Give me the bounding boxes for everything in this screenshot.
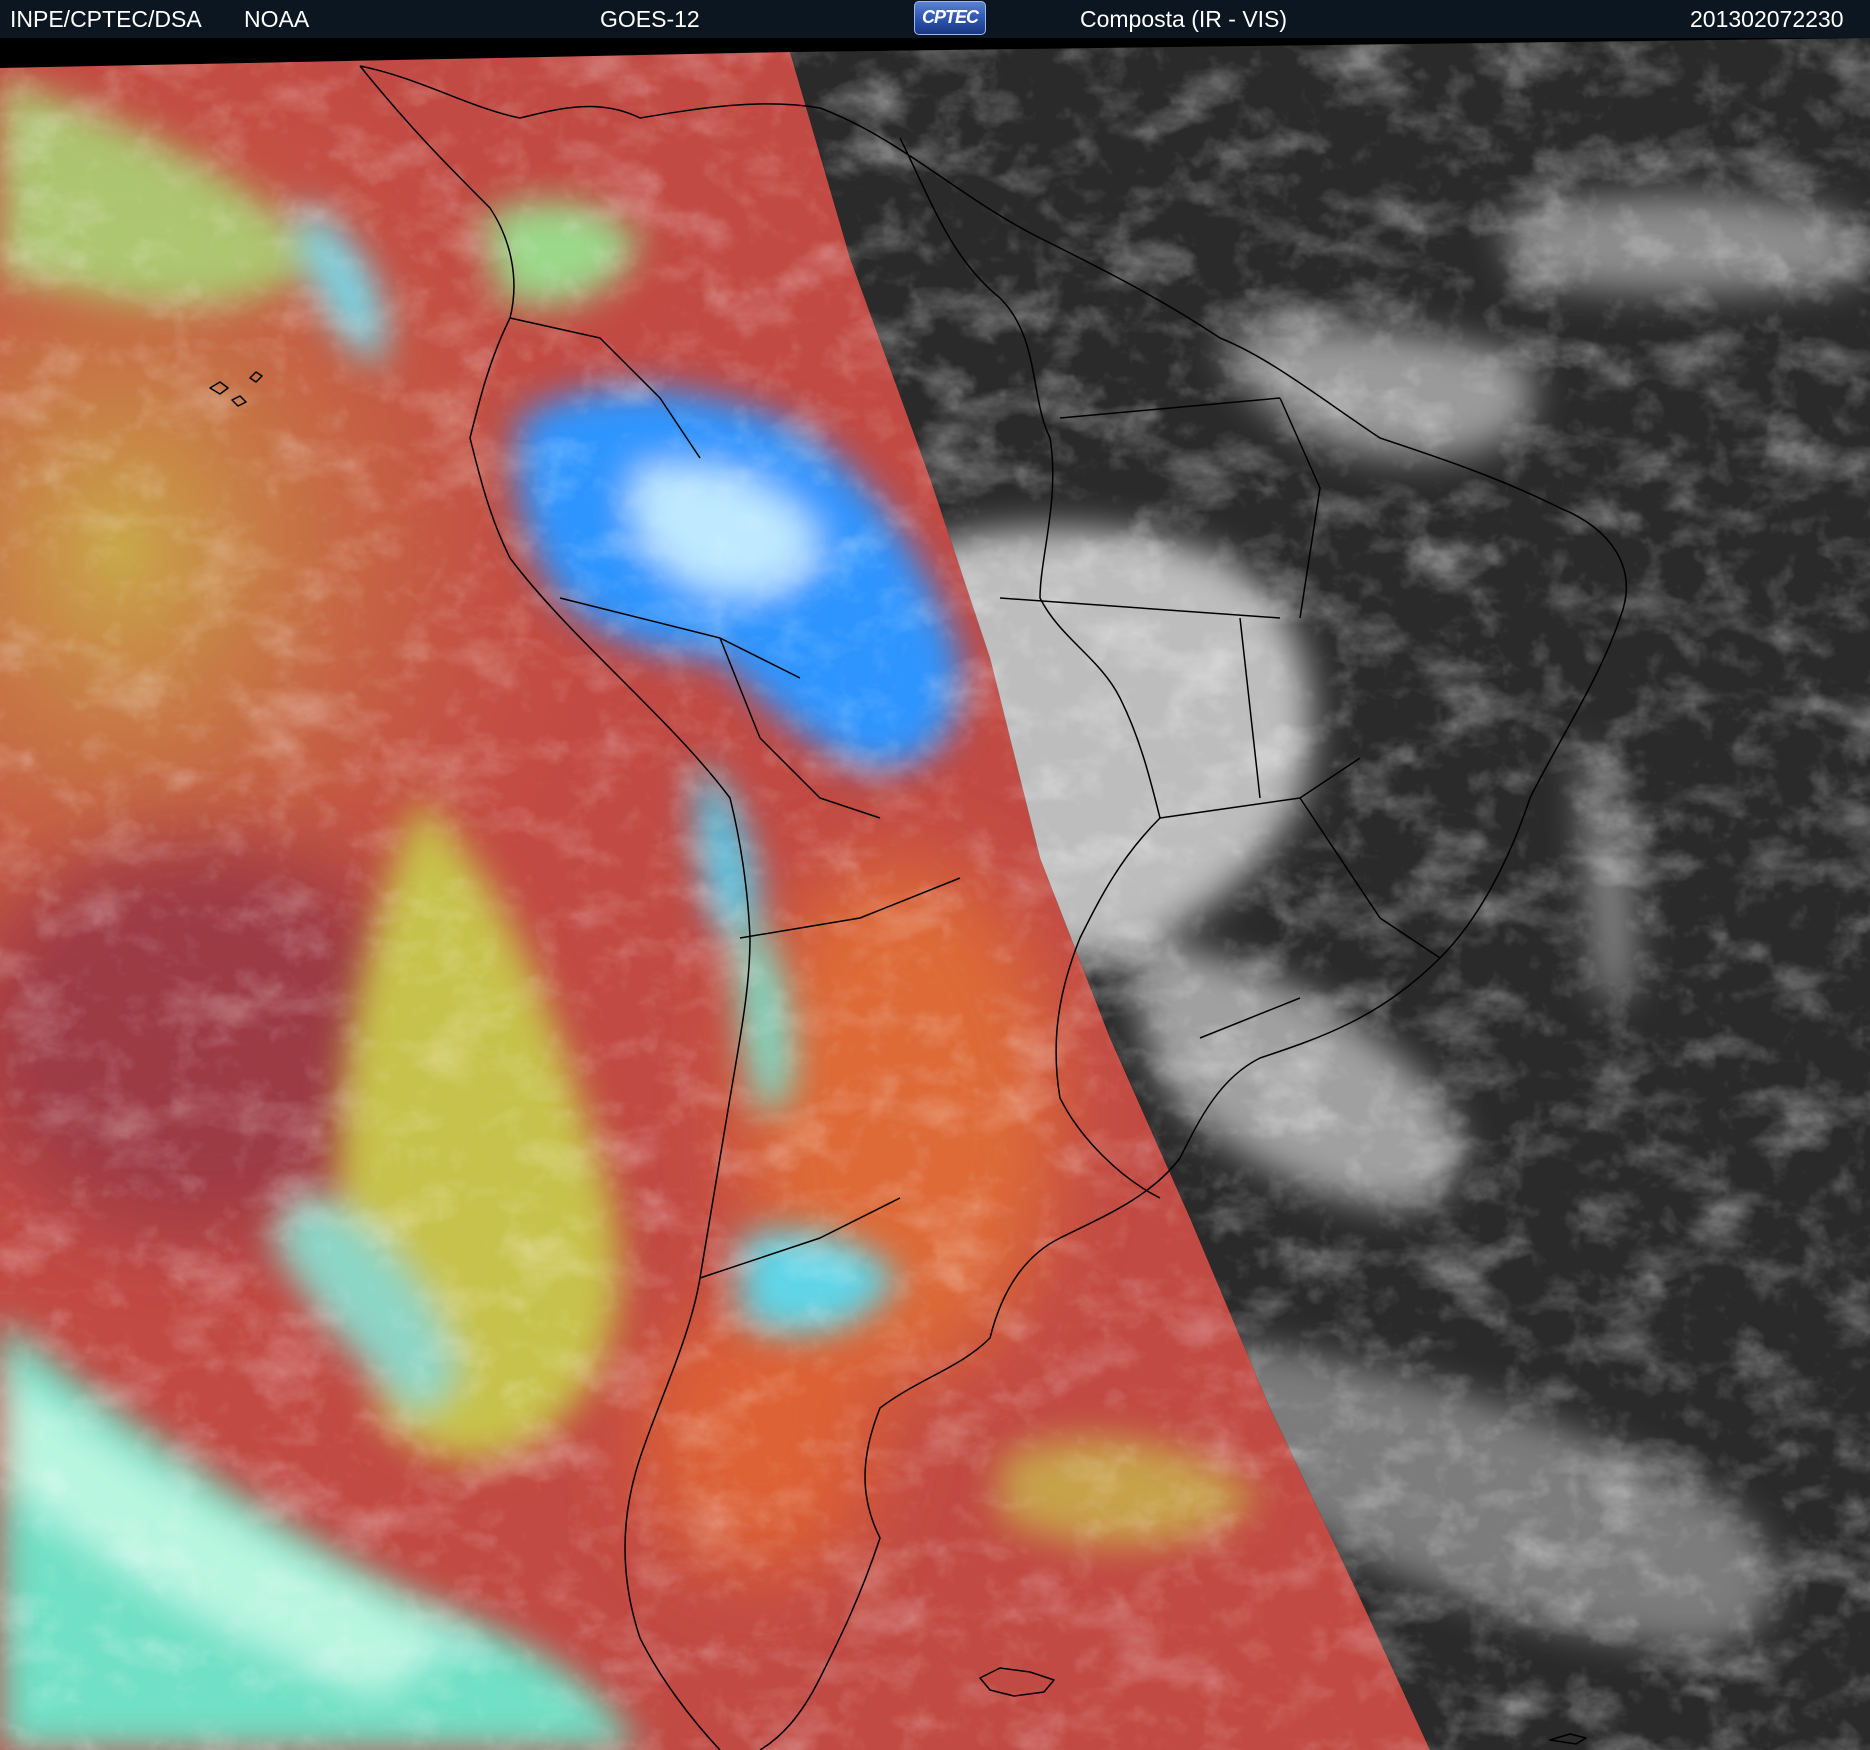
agency-label: INPE/CPTEC/DSA	[10, 6, 202, 32]
product-label: Composta (IR - VIS)	[1080, 6, 1288, 32]
cptec-logo: CPTEC	[914, 1, 986, 35]
satellite-image	[0, 38, 1870, 1750]
provider-label: NOAA	[244, 6, 310, 32]
composite-imagery	[0, 38, 1870, 1750]
satellite-label: GOES-12	[600, 6, 700, 32]
datetime-label: 201302072230	[1690, 6, 1844, 32]
header-bar: INPE/CPTEC/DSA NOAA GOES-12 CPTEC Compos…	[0, 0, 1870, 38]
